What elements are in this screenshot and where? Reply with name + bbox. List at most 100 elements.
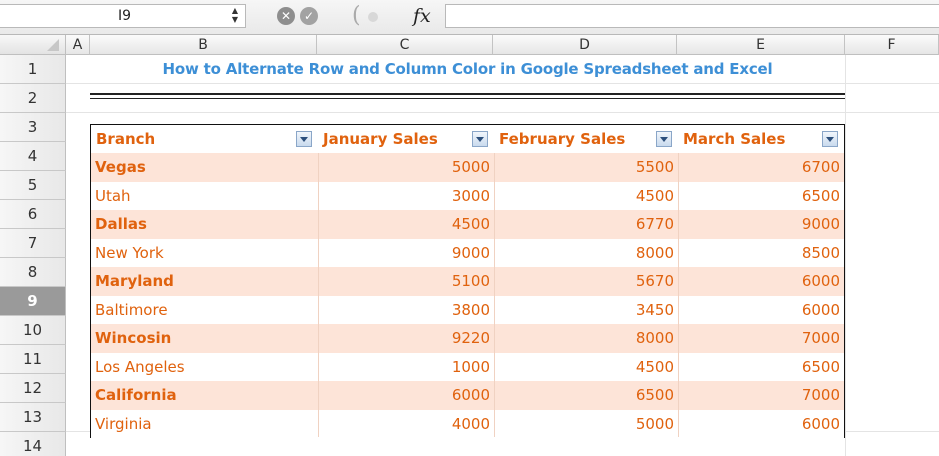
table-cell[interactable]: 9220: [318, 324, 494, 353]
table-row: Utah 3000 4500 6500: [91, 181, 844, 211]
row-header-4[interactable]: 4: [0, 142, 66, 171]
select-all-corner[interactable]: [0, 35, 66, 55]
row-header-1[interactable]: 1: [0, 55, 66, 84]
spreadsheet-grid: A B C D E F 1 2 3 4 5 6 7 8 9 10 11 12 1…: [0, 35, 939, 456]
column-header-a[interactable]: A: [66, 35, 90, 55]
table-cell[interactable]: 8500: [678, 239, 844, 268]
column-header-f[interactable]: F: [845, 35, 939, 55]
filter-dropdown-icon[interactable]: [822, 131, 838, 147]
formula-input[interactable]: [445, 4, 939, 28]
header-cell[interactable]: Branch: [91, 125, 318, 153]
row-header-7[interactable]: 7: [0, 229, 66, 258]
name-box-value: I9: [118, 8, 132, 24]
table-cell[interactable]: 5500: [494, 153, 678, 182]
table-row: Maryland 5100 5670 6000: [91, 267, 844, 296]
table-cell[interactable]: 6500: [678, 353, 844, 382]
row-header-13[interactable]: 13: [0, 403, 66, 432]
filter-dropdown-icon[interactable]: [656, 131, 672, 147]
table-row: Los Angeles 1000 4500 6500: [91, 352, 844, 382]
table-cell[interactable]: 5670: [494, 267, 678, 296]
row-header-12[interactable]: 12: [0, 374, 66, 403]
header-cell[interactable]: March Sales: [678, 125, 844, 153]
table-cell[interactable]: 6500: [494, 381, 678, 410]
table-cell[interactable]: 6700: [678, 153, 844, 182]
table-row: Vegas 5000 5500 6700: [91, 153, 844, 182]
gridline: [845, 55, 846, 456]
table-cell[interactable]: 8000: [494, 324, 678, 353]
table-cell[interactable]: 7000: [678, 381, 844, 410]
table-cell[interactable]: 3000: [318, 182, 494, 211]
table-cell[interactable]: Virginia: [91, 410, 318, 439]
function-dot-icon: [368, 12, 378, 22]
table-cell[interactable]: 4500: [318, 210, 494, 239]
table-cell[interactable]: 4000: [318, 410, 494, 439]
table-cell[interactable]: Utah: [91, 182, 318, 211]
table-cell[interactable]: Dallas: [91, 210, 318, 239]
column-header-b[interactable]: B: [90, 35, 317, 55]
row-header-9[interactable]: 9: [0, 287, 66, 316]
table-cell[interactable]: 4500: [494, 353, 678, 382]
row-header-8[interactable]: 8: [0, 258, 66, 287]
table-cell[interactable]: 6000: [678, 296, 844, 325]
table-row: New York 9000 8000 8500: [91, 238, 844, 268]
column-separator: [318, 153, 319, 437]
stepper-arrows-icon[interactable]: ▲ ▼: [228, 6, 242, 26]
row-header-14[interactable]: 14: [0, 432, 66, 456]
table-cell[interactable]: Baltimore: [91, 296, 318, 325]
function-paren-icon[interactable]: (: [352, 3, 361, 28]
table-cell[interactable]: Vegas: [91, 153, 318, 182]
table-cell[interactable]: New York: [91, 239, 318, 268]
row-header-10[interactable]: 10: [0, 316, 66, 345]
table-cell[interactable]: California: [91, 381, 318, 410]
table-cell[interactable]: Maryland: [91, 267, 318, 296]
table-cell[interactable]: 3800: [318, 296, 494, 325]
row-header-11[interactable]: 11: [0, 345, 66, 374]
header-label: January Sales: [323, 130, 438, 148]
row-header-2[interactable]: 2: [0, 84, 66, 113]
title-double-underline: [90, 98, 845, 99]
header-cell[interactable]: January Sales: [318, 125, 494, 153]
formula-bar: I9 ▲ ▼ ✕ ✓ ( fx: [0, 0, 939, 35]
table-cell[interactable]: Los Angeles: [91, 353, 318, 382]
table-cell[interactable]: 9000: [318, 239, 494, 268]
table-cell[interactable]: 5000: [494, 410, 678, 439]
header-label: February Sales: [499, 130, 626, 148]
select-all-icon: [47, 39, 59, 51]
cancel-circle-icon[interactable]: ✕: [277, 7, 295, 25]
row-header-3[interactable]: 3: [0, 113, 66, 142]
table-header-row: Branch January Sales February Sales Marc…: [91, 125, 844, 154]
table-row: California 6000 6500 7000: [91, 381, 844, 410]
gridline: [66, 112, 939, 113]
column-separator: [494, 153, 495, 437]
table-cell[interactable]: 5100: [318, 267, 494, 296]
table-cell[interactable]: 6770: [494, 210, 678, 239]
table-cell[interactable]: 7000: [678, 324, 844, 353]
filter-dropdown-icon[interactable]: [472, 131, 488, 147]
title-double-underline: [90, 93, 845, 95]
table-cell[interactable]: 3450: [494, 296, 678, 325]
column-header-d[interactable]: D: [493, 35, 677, 55]
sheet-title: How to Alternate Row and Column Color in…: [162, 60, 773, 78]
table-cell[interactable]: 8000: [494, 239, 678, 268]
table-cell[interactable]: 6000: [318, 381, 494, 410]
table-cell[interactable]: 9000: [678, 210, 844, 239]
table-cell[interactable]: 1000: [318, 353, 494, 382]
table-cell[interactable]: 6000: [678, 410, 844, 439]
insert-function-button[interactable]: fx: [413, 5, 431, 27]
check-circle-icon[interactable]: ✓: [300, 7, 318, 25]
table-row: Baltimore 3800 3450 6000: [91, 295, 844, 325]
table-cell[interactable]: 6500: [678, 182, 844, 211]
table-cell[interactable]: 6000: [678, 267, 844, 296]
row-header-6[interactable]: 6: [0, 200, 66, 229]
filter-dropdown-icon[interactable]: [296, 131, 312, 147]
header-label: Branch: [96, 130, 156, 148]
sales-table: Branch January Sales February Sales Marc…: [90, 124, 845, 438]
header-cell[interactable]: February Sales: [494, 125, 678, 153]
table-cell[interactable]: 5000: [318, 153, 494, 182]
column-header-e[interactable]: E: [677, 35, 845, 55]
column-header-c[interactable]: C: [317, 35, 493, 55]
row-header-5[interactable]: 5: [0, 171, 66, 200]
name-box[interactable]: I9 ▲ ▼: [0, 4, 246, 28]
table-cell[interactable]: 4500: [494, 182, 678, 211]
table-cell[interactable]: Wincosin: [91, 324, 318, 353]
